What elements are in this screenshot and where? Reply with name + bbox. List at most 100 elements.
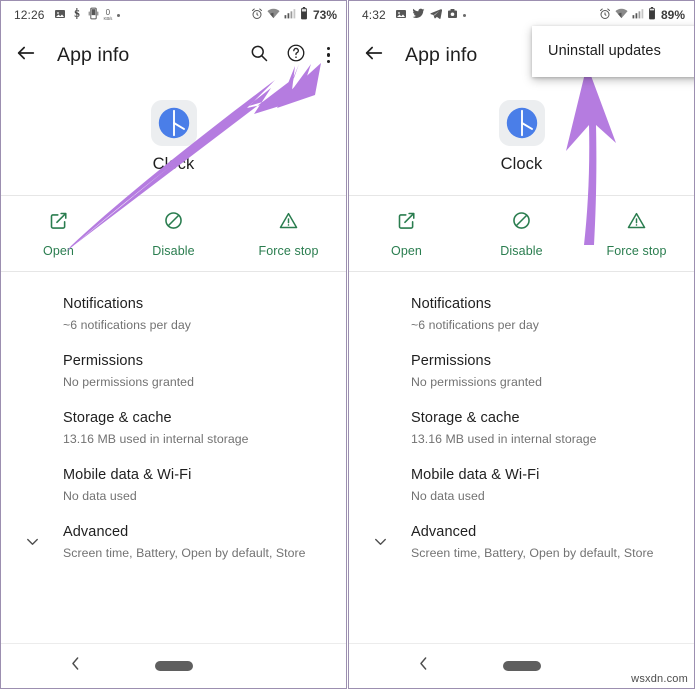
list-item-title: Storage & cache	[63, 410, 172, 426]
open-external-icon	[396, 210, 417, 236]
status-bar-system-icons: 89%	[599, 7, 685, 23]
app-settings-list: Notifications ~6 notifications per day P…	[1, 272, 346, 570]
disable-button-label: Disable	[152, 244, 195, 258]
list-item-title: Permissions	[63, 353, 144, 369]
status-bar-notification-icons	[395, 8, 466, 23]
battery-icon	[648, 7, 656, 23]
alarm-icon	[251, 8, 263, 23]
app-action-row: Open Disable Force stop	[349, 196, 694, 271]
list-item-subtitle: Screen time, Battery, Open by default, S…	[411, 546, 654, 560]
camera-icon	[447, 8, 458, 23]
app-identity: Clock	[1, 81, 346, 195]
app-name-label: Clock	[152, 155, 195, 173]
list-item-text: Permissions No permissions granted	[411, 351, 678, 390]
arrow-left-icon[interactable]	[15, 42, 37, 69]
list-item-gutter	[1, 465, 63, 475]
nav-back-icon[interactable]	[417, 655, 430, 677]
force-stop-button-label: Force stop	[606, 244, 667, 258]
list-item-text: Storage & cache 13.16 MB used in interna…	[411, 408, 678, 447]
wifi-icon	[267, 8, 280, 22]
list-item-title: Advanced	[411, 524, 477, 540]
list-item[interactable]: Mobile data & Wi-Fi No data used	[349, 456, 694, 513]
screenshot-canvas: 12:26 S 0 KB/s	[0, 0, 695, 689]
list-item[interactable]: Mobile data & Wi-Fi No data used	[1, 456, 346, 513]
list-item-gutter	[1, 351, 63, 361]
list-item-advanced[interactable]: Advanced Screen time, Battery, Open by d…	[1, 513, 346, 570]
list-item[interactable]: Notifications ~6 notifications per day	[1, 285, 346, 342]
dot-icon	[462, 13, 466, 17]
disable-slash-icon	[511, 210, 532, 236]
list-item-text: Notifications ~6 notifications per day	[411, 294, 678, 333]
image-icon	[54, 8, 66, 23]
chevron-down-icon	[371, 532, 390, 556]
app-action-row: Open Disable Force stop	[1, 196, 346, 271]
open-button[interactable]: Open	[349, 210, 464, 258]
force-stop-button[interactable]: Force stop	[231, 210, 346, 258]
list-item-gutter	[349, 522, 411, 556]
disable-button[interactable]: Disable	[464, 210, 579, 258]
clock-app-icon	[498, 100, 545, 146]
home-pill-handle[interactable]	[154, 661, 193, 671]
nav-back-icon[interactable]	[69, 655, 82, 677]
list-item-gutter	[349, 465, 411, 475]
list-item-title: Storage & cache	[411, 410, 520, 426]
alarm-icon	[599, 8, 611, 23]
app-bar-actions	[249, 43, 334, 68]
list-item[interactable]: Permissions No permissions granted	[349, 342, 694, 399]
list-item-text: Mobile data & Wi-Fi No data used	[63, 465, 330, 504]
system-nav-bar	[1, 643, 346, 688]
list-item-text: Mobile data & Wi-Fi No data used	[411, 465, 678, 504]
list-item-gutter	[349, 408, 411, 418]
list-item-subtitle: ~6 notifications per day	[411, 318, 540, 332]
app-settings-list: Notifications ~6 notifications per day P…	[349, 272, 694, 570]
force-stop-warning-icon	[278, 210, 299, 236]
force-stop-button-label: Force stop	[258, 244, 319, 258]
list-item-subtitle: No data used	[63, 489, 137, 503]
list-item-text: Storage & cache 13.16 MB used in interna…	[63, 408, 330, 447]
clock-app-icon	[150, 100, 197, 146]
force-stop-button[interactable]: Force stop	[579, 210, 694, 258]
force-stop-warning-icon	[626, 210, 647, 236]
overflow-dropdown-menu: Uninstall updates	[532, 26, 694, 77]
status-bar: 4:32 89%	[349, 1, 694, 29]
list-item-advanced[interactable]: Advanced Screen time, Battery, Open by d…	[349, 513, 694, 570]
twitter-icon	[412, 8, 425, 23]
overflow-menu-icon[interactable]	[323, 44, 334, 66]
arrow-left-icon[interactable]	[363, 42, 385, 69]
list-item-gutter	[349, 351, 411, 361]
list-item-text: Notifications ~6 notifications per day	[63, 294, 330, 333]
page-title: App info	[405, 43, 478, 66]
search-icon[interactable]	[249, 43, 269, 68]
signal-icon	[632, 8, 644, 22]
dot-icon	[117, 13, 121, 17]
uninstall-updates-menu-item[interactable]: Uninstall updates	[532, 40, 694, 62]
chevron-down-icon	[23, 532, 42, 556]
list-item[interactable]: Storage & cache 13.16 MB used in interna…	[349, 399, 694, 456]
list-item[interactable]: Storage & cache 13.16 MB used in interna…	[1, 399, 346, 456]
disable-button[interactable]: Disable	[116, 210, 231, 258]
list-item-title: Mobile data & Wi-Fi	[63, 467, 192, 483]
help-icon[interactable]	[286, 43, 306, 68]
list-item-text: Permissions No permissions granted	[63, 351, 330, 390]
wifi-icon	[615, 8, 628, 22]
list-item-gutter	[1, 522, 63, 556]
list-item-subtitle: No data used	[411, 489, 485, 503]
list-item[interactable]: Notifications ~6 notifications per day	[349, 285, 694, 342]
status-bar-clock: 4:32	[362, 8, 386, 22]
status-bar: 12:26 S 0 KB/s	[1, 1, 346, 29]
open-button[interactable]: Open	[1, 210, 116, 258]
list-item-gutter	[1, 294, 63, 304]
app-name-label: Clock	[500, 155, 543, 173]
list-item-title: Permissions	[411, 353, 492, 369]
disable-slash-icon	[163, 210, 184, 236]
open-external-icon	[48, 210, 69, 236]
list-item-subtitle: 13.16 MB used in internal storage	[411, 432, 597, 446]
battery-percentage: 89%	[660, 8, 685, 22]
list-item-text: Advanced Screen time, Battery, Open by d…	[411, 522, 678, 561]
status-bar-notification-icons: S 0 KB/s	[54, 7, 121, 23]
list-item[interactable]: Permissions No permissions granted	[1, 342, 346, 399]
app-bar: App info	[1, 29, 346, 81]
home-pill-handle[interactable]	[502, 661, 541, 671]
list-item-subtitle: No permissions granted	[63, 375, 194, 389]
list-item-title: Advanced	[63, 524, 129, 540]
